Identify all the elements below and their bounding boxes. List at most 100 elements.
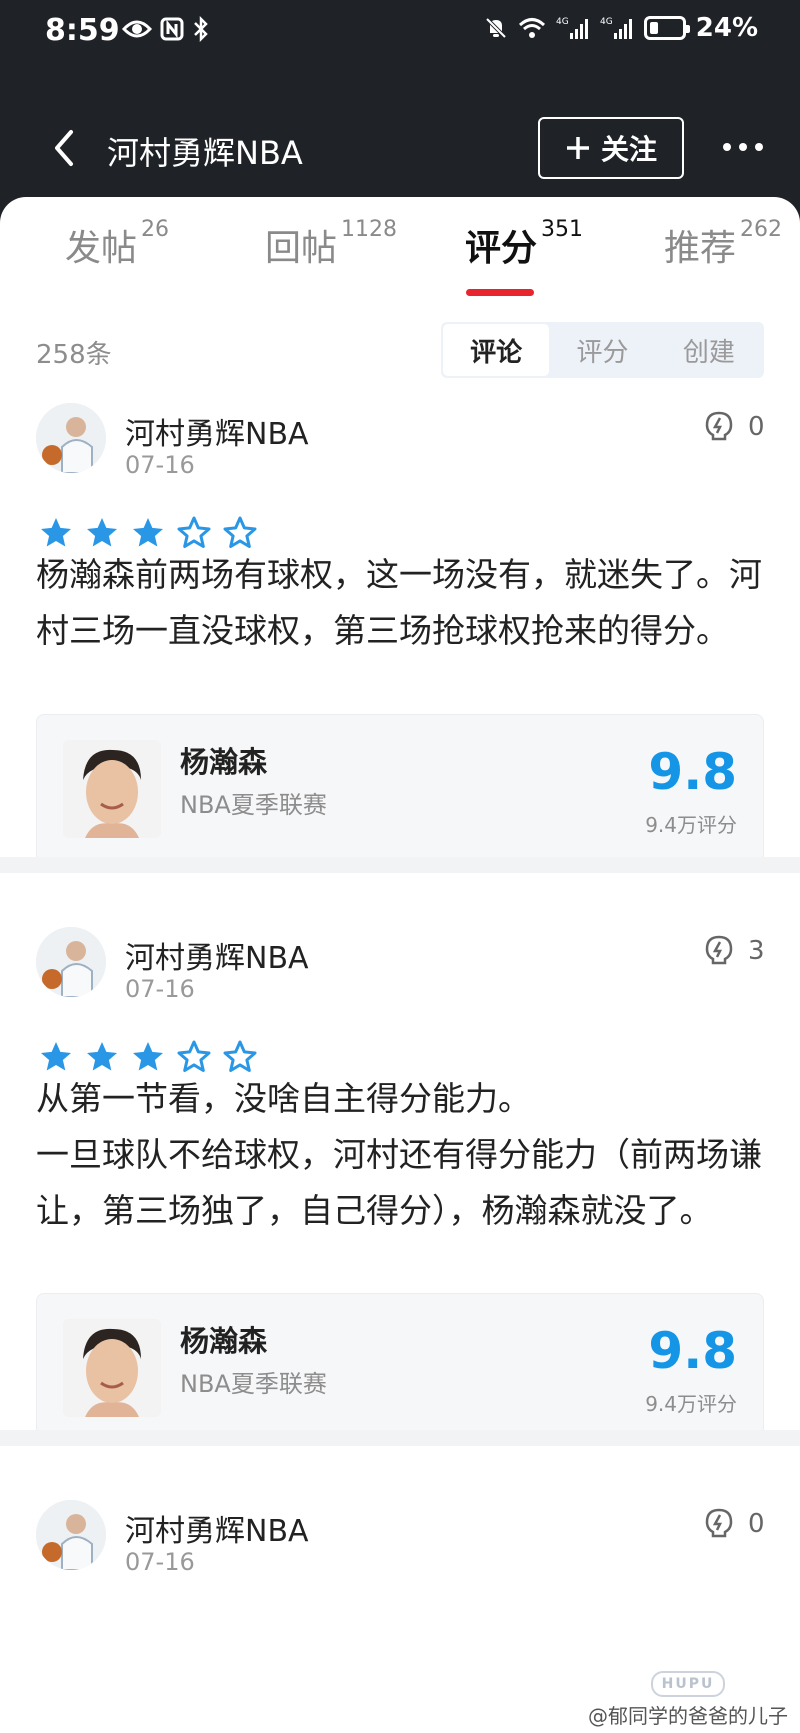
bluetooth-icon: [192, 14, 210, 44]
post-item: 河村勇辉NBA 07-16 0 杨瀚森前两场有球权，这一场没有，就迷失了。河村三…: [0, 387, 800, 887]
rating-count: 9.4万评分: [645, 1392, 737, 1416]
player-face-icon: [63, 1319, 161, 1417]
status-left-icons: [122, 14, 210, 44]
tab-posts[interactable]: 发帖 26: [65, 217, 170, 271]
sort-option-created[interactable]: 创建: [656, 324, 762, 376]
post-date: 07-16: [125, 451, 195, 479]
star-rating: [38, 515, 258, 551]
author-name[interactable]: 河村勇辉NBA: [125, 1506, 309, 1550]
status-time: 8:59: [45, 13, 120, 48]
chevron-left-icon: [55, 130, 73, 166]
active-tab-indicator: [466, 289, 534, 296]
tab-count: 351: [541, 217, 584, 242]
player-card[interactable]: 杨瀚森 NBA夏季联赛 9.8 9.4万评分: [36, 1293, 764, 1443]
more-dots-icon: [723, 143, 731, 151]
post-item: 河村勇辉NBA 07-16 3 从第一节看，没啥自主得分能力。 一旦球队不给球权…: [0, 873, 800, 1443]
player-score: 9.8: [648, 743, 737, 801]
eye-icon: [122, 14, 152, 44]
tab-bar: 发帖 26 回帖 1128 评分 351 推荐 262: [0, 197, 800, 297]
player-league: NBA夏季联赛: [180, 1370, 327, 1398]
player-name: 杨瀚森: [180, 745, 268, 779]
hupu-logo: HUPU: [651, 1671, 725, 1697]
player-league: NBA夏季联赛: [180, 791, 327, 819]
star-filled-icon: [87, 1042, 117, 1071]
more-button[interactable]: [718, 122, 768, 172]
follow-label: 关注: [600, 133, 657, 166]
content-sheet: 发帖 26 回帖 1128 评分 351 推荐 262 258条 评论 评分 创…: [0, 197, 800, 1733]
player-avatar-icon: [36, 1500, 106, 1570]
author-name[interactable]: 河村勇辉NBA: [125, 933, 309, 977]
player-score: 9.8: [648, 1322, 737, 1380]
star-empty-icon: [177, 1040, 211, 1072]
author-name[interactable]: 河村勇辉NBA: [125, 409, 309, 453]
battery-icon: [643, 16, 690, 40]
status-right-icons: 4G 4G 24%: [484, 13, 758, 43]
mute-icon: [484, 16, 508, 40]
tab-ratings[interactable]: 评分 351: [465, 217, 584, 271]
star-empty-icon: [177, 516, 211, 548]
tab-label: 回帖: [265, 228, 338, 269]
watermark-text: @郁同学的爸爸的儿子: [584, 1700, 792, 1729]
battery-percent: 24%: [695, 13, 758, 43]
post-text: 从第一节看，没啥自主得分能力。 一旦球队不给球权，河村还有得分能力（前两场谦让，…: [36, 1071, 764, 1239]
avatar[interactable]: [36, 927, 106, 997]
signal-icon: 4G: [600, 15, 634, 41]
post-text-line: 一旦球队不给球权，河村还有得分能力（前两场谦让，第三场独了，自己得分），杨瀚森就…: [36, 1135, 762, 1230]
plus-icon: [565, 129, 591, 167]
like-button[interactable]: 3: [704, 935, 765, 967]
player-name: 杨瀚森: [180, 1324, 268, 1358]
tab-label: 评分: [465, 228, 538, 269]
battery-level: [649, 22, 659, 34]
player-avatar-icon: [36, 403, 106, 473]
back-button[interactable]: [44, 118, 84, 178]
tab-recommend[interactable]: 推荐 262: [664, 217, 783, 271]
lightning-bulb-icon: [705, 411, 733, 441]
rating-count: 9.4万评分: [645, 813, 737, 837]
lightning-bulb-icon: [705, 1508, 733, 1538]
nav-bar: 河村勇辉NBA 关注: [0, 100, 800, 198]
wifi-icon: [518, 16, 546, 40]
player-face-icon: [63, 740, 161, 838]
result-count: 258条: [36, 340, 112, 370]
tab-count: 1128: [341, 217, 398, 242]
player-avatar-icon: [36, 927, 106, 997]
tab-label: 发帖: [65, 228, 138, 269]
signal-icon: 4G: [556, 15, 590, 41]
post-text-line: 从第一节看，没啥自主得分能力。: [36, 1079, 531, 1118]
tab-count: 262: [740, 217, 783, 242]
avatar[interactable]: [36, 403, 106, 473]
post-text: 杨瀚森前两场有球权，这一场没有，就迷失了。河村三场一直没球权，第三场抢球权抢来的…: [36, 555, 762, 650]
sort-segmented-control: 评论 评分 创建: [441, 322, 764, 378]
tab-count: 26: [141, 217, 170, 242]
network-label: 4G: [556, 17, 569, 27]
player-photo: [63, 740, 161, 838]
star-filled-icon: [41, 518, 71, 547]
star-filled-icon: [133, 1042, 163, 1071]
star-filled-icon: [87, 518, 117, 547]
player-card[interactable]: 杨瀚森 NBA夏季联赛 9.8 9.4万评分: [36, 714, 764, 864]
app-header: 8:59 4G 4G 24% 河村勇辉NBA 关注: [0, 0, 800, 230]
star-filled-icon: [133, 518, 163, 547]
avatar[interactable]: [36, 1500, 106, 1570]
follow-button[interactable]: 关注: [538, 117, 684, 179]
tab-replies[interactable]: 回帖 1128: [265, 217, 398, 271]
sort-option-comment[interactable]: 评论: [443, 324, 550, 376]
like-button[interactable]: 0: [704, 1508, 765, 1540]
nfc-icon: [160, 14, 184, 44]
star-empty-icon: [223, 516, 257, 548]
star-filled-icon: [41, 1042, 71, 1071]
like-button[interactable]: 0: [704, 411, 765, 443]
like-count: 3: [748, 936, 765, 966]
like-count: 0: [748, 412, 765, 442]
tab-label: 推荐: [664, 228, 737, 269]
post-date: 07-16: [125, 975, 195, 1003]
status-bar: 8:59 4G 4G 24%: [0, 0, 800, 62]
like-count: 0: [748, 1509, 765, 1539]
section-divider: [0, 857, 800, 873]
sort-option-rating[interactable]: 评分: [549, 324, 655, 376]
star-rating: [38, 1039, 258, 1075]
network-label: 4G: [600, 17, 613, 27]
section-divider: [0, 1430, 800, 1446]
post-date: 07-16: [125, 1548, 195, 1576]
lightning-bulb-icon: [705, 935, 733, 965]
